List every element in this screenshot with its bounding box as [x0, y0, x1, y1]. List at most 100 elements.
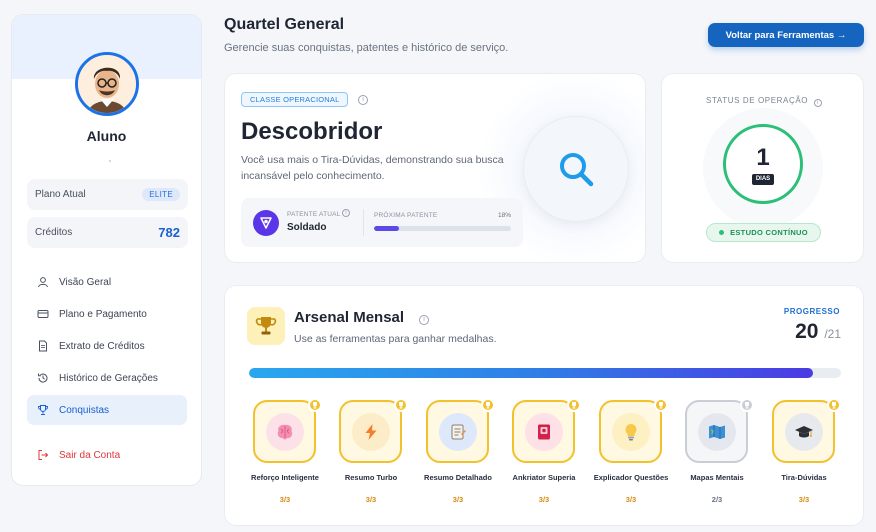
trophy-icon: [255, 317, 277, 335]
info-icon[interactable]: i: [419, 315, 429, 325]
medal-star-badge: [567, 398, 581, 412]
info-icon[interactable]: i: [342, 209, 350, 217]
nav-label: Histórico de Gerações: [59, 372, 158, 384]
medal-icon-circle: [698, 413, 736, 451]
arsenal-progress-bar: [249, 368, 841, 378]
trophy-icon: [37, 405, 49, 415]
class-title: Descobridor: [241, 118, 383, 145]
medal-star-badge: [654, 398, 668, 412]
trophy-icon: [572, 402, 576, 409]
medal-icon-circle: [525, 413, 563, 451]
back-to-tools-button[interactable]: Voltar para Ferramentas →: [708, 23, 864, 47]
medal-frame: [426, 398, 495, 463]
medal-count: 3/3: [538, 495, 550, 504]
medal-star-badge: [827, 398, 841, 412]
class-description: Você usa mais o Tira-Dúvidas, demonstran…: [241, 154, 504, 182]
lightning-icon: [365, 424, 377, 440]
streak-status-badge: ESTUDO CONTÍNUO: [706, 223, 821, 242]
nav-item-statement[interactable]: Extrato de Créditos: [27, 331, 187, 361]
shield-rank-icon: [260, 217, 272, 229]
medal-name: Resumo Turbo: [344, 473, 398, 482]
arsenal-subtitle: Use as ferramentas para ganhar medalhas.: [294, 333, 497, 345]
rank-badge: [253, 210, 279, 236]
page-subtitle: Gerencie suas conquistas, patentes e his…: [224, 42, 509, 54]
medal-icon-circle: [785, 413, 823, 451]
current-plan: Plano Atual ELITE: [27, 179, 188, 210]
progress-total: /21: [824, 327, 841, 341]
medal-star-badge: [740, 398, 754, 412]
rank-label: PATENTE ATUAL: [287, 211, 341, 218]
nav-item-overview[interactable]: Visão Geral: [27, 267, 187, 297]
medal-mapas-mentais[interactable]: Mapas Mentais 2/3: [677, 398, 757, 510]
status-title: STATUS DE OPERAÇÃO i: [662, 96, 863, 107]
medal-icon-circle: [352, 413, 390, 451]
trophy-icon: [832, 402, 836, 409]
arsenal-title: Arsenal Mensal: [294, 309, 405, 326]
graduation-cap-icon: [795, 426, 813, 438]
trophy-icon: [659, 402, 663, 409]
history-icon: [38, 373, 48, 383]
trophy-icon: [399, 402, 403, 409]
streak-status-label: ESTUDO CONTÍNUO: [730, 228, 808, 237]
streak-days-label: DIAS: [752, 174, 774, 185]
medal-resumo-turbo[interactable]: Resumo Turbo 3/3: [331, 398, 411, 510]
divider: [363, 209, 364, 236]
medal-name: Mapas Mentais: [690, 473, 744, 482]
progress-value: 20: [795, 320, 819, 343]
medal-resumo-detalhado[interactable]: Resumo Detalhado 3/3: [418, 398, 498, 510]
medal-explicador-questoes[interactable]: Explicador Questões 3/3: [591, 398, 671, 510]
nav-item-achievements[interactable]: Conquistas: [27, 395, 187, 425]
medal-name: Explicador Questões: [593, 473, 669, 482]
next-rank-percent: 18%: [497, 212, 511, 219]
medal-name: Reforço Inteligente: [251, 473, 319, 482]
avatar: [75, 52, 139, 116]
streak-ring: 1 DIAS: [723, 124, 803, 204]
nav-label: Visão Geral: [59, 276, 112, 288]
status-dot: [719, 230, 725, 235]
info-icon[interactable]: i: [358, 95, 368, 105]
next-rank-progress-bar: [374, 226, 511, 231]
progress-label: PROGRESSO: [783, 307, 840, 316]
trophy-icon: [313, 402, 317, 409]
sidebar: Aluno Plano Atual ELITE Créditos 782 Vis…: [11, 14, 202, 486]
document-icon: [39, 340, 47, 352]
medal-star-badge: [394, 398, 408, 412]
rank-panel: PATENTE ATUAL i Soldado PRÓXIMA PATENTE …: [241, 198, 523, 247]
medal-count: 3/3: [279, 495, 291, 504]
nav-item-history[interactable]: Histórico de Gerações: [27, 363, 187, 393]
plan-badge: ELITE: [142, 188, 180, 201]
lightbulb-icon: [625, 424, 637, 441]
medal-frame: [253, 398, 322, 463]
medal-name: Ankriator Superia: [512, 473, 576, 482]
nav-label: Conquistas: [59, 404, 110, 416]
medal-name: Tira-Dúvidas: [781, 473, 827, 482]
medal-count: 3/3: [798, 495, 810, 504]
plan-label: Plano Atual: [35, 189, 86, 200]
medal-icon-circle: [612, 413, 650, 451]
nav-label: Extrato de Créditos: [59, 340, 145, 352]
nav-label: Plano e Pagamento: [59, 308, 147, 320]
medal-ankriator-superia[interactable]: Ankriator Superia 3/3: [504, 398, 584, 510]
user-icon: [38, 277, 48, 288]
class-tag: CLASSE OPERACIONAL: [241, 92, 349, 107]
credits-label: Créditos: [35, 227, 73, 238]
map-icon: [709, 425, 725, 439]
credits-balance: Créditos 782: [27, 217, 188, 248]
medal-star-badge: [308, 398, 322, 412]
medal-reforco-inteligente[interactable]: Reforço Inteligente 3/3: [245, 398, 325, 510]
medal-name: Resumo Detalhado: [424, 473, 492, 482]
rank-value: Soldado: [287, 222, 327, 233]
streak-days: 1: [756, 144, 770, 171]
page-title: Quartel General: [224, 16, 345, 33]
logout-button[interactable]: Sair da Conta: [27, 440, 187, 470]
medal-tira-duvidas[interactable]: Tira-Dúvidas 3/3: [764, 398, 844, 510]
operational-class-card: CLASSE OPERACIONAL i Descobridor Você us…: [224, 73, 646, 263]
class-emblem: [523, 116, 629, 222]
notepad-icon: [451, 424, 466, 440]
info-icon[interactable]: i: [813, 99, 822, 107]
arsenal-trophy: [247, 307, 285, 345]
search-icon: [560, 153, 594, 187]
nav-item-plan[interactable]: Plano e Pagamento: [27, 299, 187, 329]
logout-label: Sair da Conta: [59, 449, 121, 461]
medal-frame: [599, 398, 668, 463]
